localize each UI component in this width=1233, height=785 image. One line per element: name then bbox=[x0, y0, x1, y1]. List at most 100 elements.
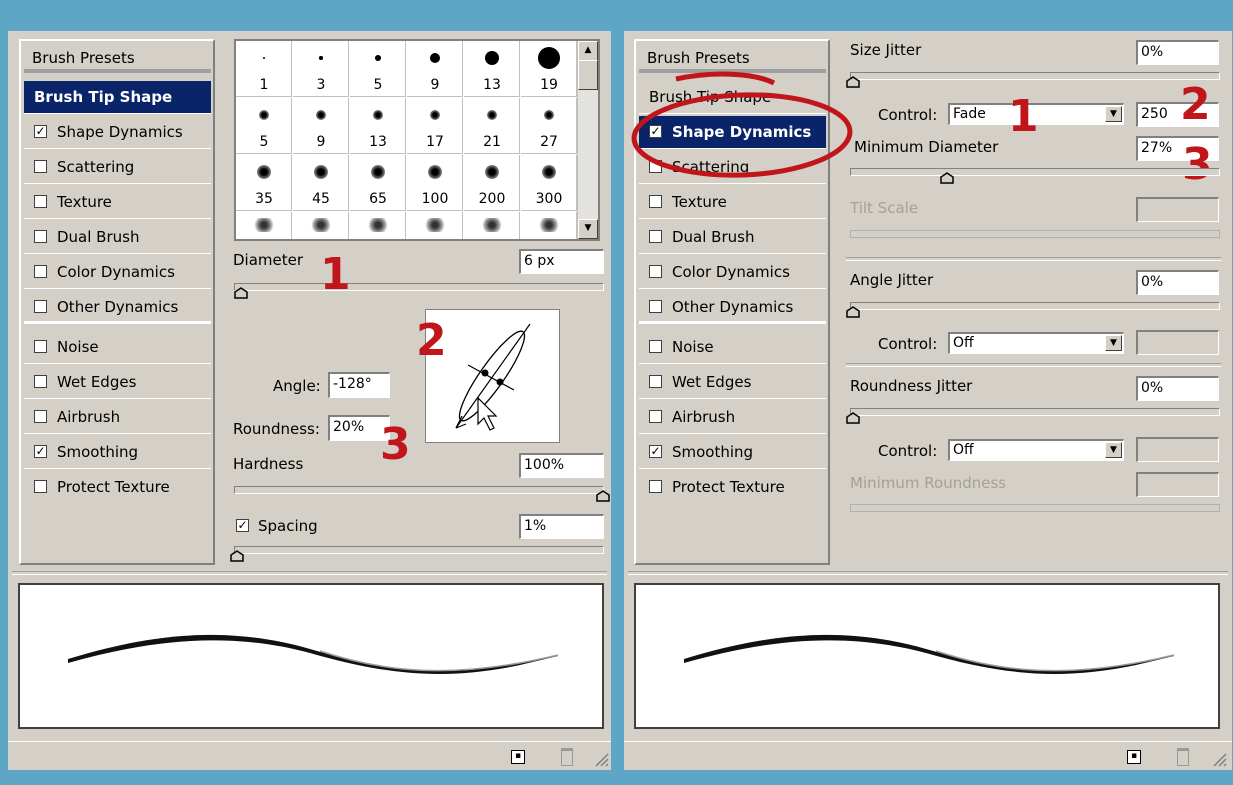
checkbox[interactable] bbox=[649, 230, 662, 243]
color-dynamics-item[interactable]: Color Dynamics bbox=[639, 256, 826, 289]
size-jitter-field[interactable]: 0% bbox=[1136, 40, 1219, 65]
brush-tip-cell[interactable]: 21 bbox=[464, 98, 520, 154]
checkbox[interactable] bbox=[34, 230, 47, 243]
brush-tip-cell[interactable] bbox=[407, 212, 463, 239]
brush-tip-cell[interactable] bbox=[293, 212, 349, 239]
checkbox[interactable] bbox=[649, 410, 662, 423]
brush-tip-cell[interactable]: 9 bbox=[407, 41, 463, 97]
minimum-diameter-slider-track[interactable] bbox=[850, 168, 1220, 176]
brush-tip-cell[interactable]: 13 bbox=[350, 98, 406, 154]
angle-field[interactable]: -128° bbox=[328, 372, 390, 398]
checkbox[interactable]: ✓ bbox=[34, 445, 47, 458]
checkbox[interactable] bbox=[34, 300, 47, 313]
checkbox[interactable] bbox=[34, 375, 47, 388]
brush-presets-item[interactable]: Brush Presets bbox=[24, 43, 211, 73]
spacing-field[interactable]: 1% bbox=[519, 514, 604, 539]
shape-dynamics-item[interactable]: ✓ Shape Dynamics bbox=[24, 116, 211, 149]
airbrush-item[interactable]: Airbrush bbox=[24, 401, 211, 434]
hardness-field[interactable]: 100% bbox=[519, 453, 604, 478]
checkbox[interactable]: ✓ bbox=[649, 445, 662, 458]
spacing-slider-track[interactable] bbox=[234, 546, 604, 554]
trash-icon[interactable] bbox=[561, 748, 573, 766]
color-dynamics-item[interactable]: Color Dynamics bbox=[24, 256, 211, 289]
texture-item[interactable]: Texture bbox=[24, 186, 211, 219]
dual-brush-item[interactable]: Dual Brush bbox=[639, 221, 826, 254]
protect-texture-item[interactable]: Protect Texture bbox=[24, 471, 211, 504]
brush-tip-cell[interactable]: 35 bbox=[236, 155, 292, 211]
smoothing-item[interactable]: ✓ Smoothing bbox=[24, 436, 211, 469]
angle-jitter-slider-track[interactable] bbox=[850, 302, 1220, 310]
brush-tip-cell[interactable]: 19 bbox=[521, 41, 577, 97]
scattering-item[interactable]: Scattering bbox=[24, 151, 211, 184]
brush-tip-cell[interactable] bbox=[521, 212, 577, 239]
diameter-slider-thumb[interactable] bbox=[234, 287, 248, 299]
brush-tip-cell[interactable]: 27 bbox=[521, 98, 577, 154]
brush-tip-cell[interactable]: 5 bbox=[236, 98, 292, 154]
trash-icon[interactable] bbox=[1177, 748, 1189, 766]
wet-edges-item[interactable]: Wet Edges bbox=[24, 366, 211, 399]
checkbox[interactable] bbox=[34, 480, 47, 493]
roundness-jitter-slider-track[interactable] bbox=[850, 408, 1220, 416]
checkbox[interactable] bbox=[649, 195, 662, 208]
brush-tip-cell[interactable]: 200 bbox=[464, 155, 520, 211]
protect-texture-item[interactable]: Protect Texture bbox=[639, 471, 826, 504]
size-jitter-slider-track[interactable] bbox=[850, 72, 1220, 80]
brush-tip-cell[interactable] bbox=[236, 212, 292, 239]
brush-tip-shape-item[interactable]: Brush Tip Shape bbox=[24, 81, 211, 114]
checkbox[interactable] bbox=[34, 195, 47, 208]
scroll-up-icon[interactable]: ▲ bbox=[578, 41, 598, 61]
angle-jitter-field[interactable]: 0% bbox=[1136, 270, 1219, 295]
spacing-checkbox[interactable]: ✓ bbox=[236, 519, 249, 532]
checkbox[interactable] bbox=[34, 160, 47, 173]
noise-item[interactable]: Noise bbox=[24, 331, 211, 364]
brush-tip-cell[interactable] bbox=[464, 212, 520, 239]
roundness-jitter-slider-thumb[interactable] bbox=[846, 412, 860, 424]
checkbox[interactable] bbox=[34, 265, 47, 278]
minimum-diameter-slider-thumb[interactable] bbox=[940, 172, 954, 184]
smoothing-item[interactable]: ✓ Smoothing bbox=[639, 436, 826, 469]
brush-tip-cell[interactable] bbox=[350, 212, 406, 239]
brush-tip-cell[interactable]: 13 bbox=[464, 41, 520, 97]
brush-tip-cell[interactable]: 3 bbox=[293, 41, 349, 97]
brush-tip-cell[interactable]: 5 bbox=[350, 41, 406, 97]
new-brush-icon[interactable]: ▪ bbox=[511, 750, 525, 764]
noise-item[interactable]: Noise bbox=[639, 331, 826, 364]
brush-tip-cell[interactable]: 300 bbox=[521, 155, 577, 211]
checkbox[interactable] bbox=[649, 480, 662, 493]
diameter-slider-track[interactable] bbox=[234, 283, 604, 291]
checkbox[interactable] bbox=[34, 410, 47, 423]
dual-brush-item[interactable]: Dual Brush bbox=[24, 221, 211, 254]
hardness-slider-track[interactable] bbox=[234, 486, 604, 494]
brush-presets-item[interactable]: Brush Presets bbox=[639, 43, 826, 73]
wet-edges-item[interactable]: Wet Edges bbox=[639, 366, 826, 399]
grid-scrollbar[interactable]: ▲ ▼ bbox=[577, 41, 598, 239]
new-brush-icon[interactable]: ▪ bbox=[1127, 750, 1141, 764]
other-dynamics-item[interactable]: Other Dynamics bbox=[24, 291, 211, 324]
brush-tip-cell[interactable]: 100 bbox=[407, 155, 463, 211]
angle-jitter-slider-thumb[interactable] bbox=[846, 306, 860, 318]
resize-grip-icon[interactable] bbox=[1210, 744, 1228, 768]
checkbox[interactable] bbox=[649, 340, 662, 353]
spacing-slider-thumb[interactable] bbox=[230, 550, 244, 562]
checkbox[interactable] bbox=[649, 375, 662, 388]
scroll-thumb[interactable] bbox=[578, 60, 598, 90]
checkbox[interactable]: ✓ bbox=[34, 125, 47, 138]
checkbox[interactable] bbox=[649, 300, 662, 313]
checkbox[interactable] bbox=[649, 265, 662, 278]
roundness-control-dropdown[interactable]: Off ▼ bbox=[948, 439, 1124, 461]
brush-tip-cell[interactable]: 17 bbox=[407, 98, 463, 154]
angle-control-dropdown[interactable]: Off ▼ bbox=[948, 332, 1124, 354]
resize-grip-icon[interactable] bbox=[592, 744, 610, 768]
brush-tip-cell[interactable]: 1 bbox=[236, 41, 292, 97]
brush-tip-cell[interactable]: 65 bbox=[350, 155, 406, 211]
checkbox[interactable] bbox=[34, 340, 47, 353]
hardness-slider-thumb[interactable] bbox=[596, 490, 610, 502]
airbrush-item[interactable]: Airbrush bbox=[639, 401, 826, 434]
size-jitter-slider-thumb[interactable] bbox=[846, 76, 860, 88]
scroll-down-icon[interactable]: ▼ bbox=[578, 219, 598, 239]
brush-tip-cell[interactable]: 45 bbox=[293, 155, 349, 211]
roundness-jitter-field[interactable]: 0% bbox=[1136, 376, 1219, 401]
diameter-field[interactable]: 6 px bbox=[519, 249, 604, 274]
brush-tip-cell[interactable]: 9 bbox=[293, 98, 349, 154]
other-dynamics-item[interactable]: Other Dynamics bbox=[639, 291, 826, 324]
